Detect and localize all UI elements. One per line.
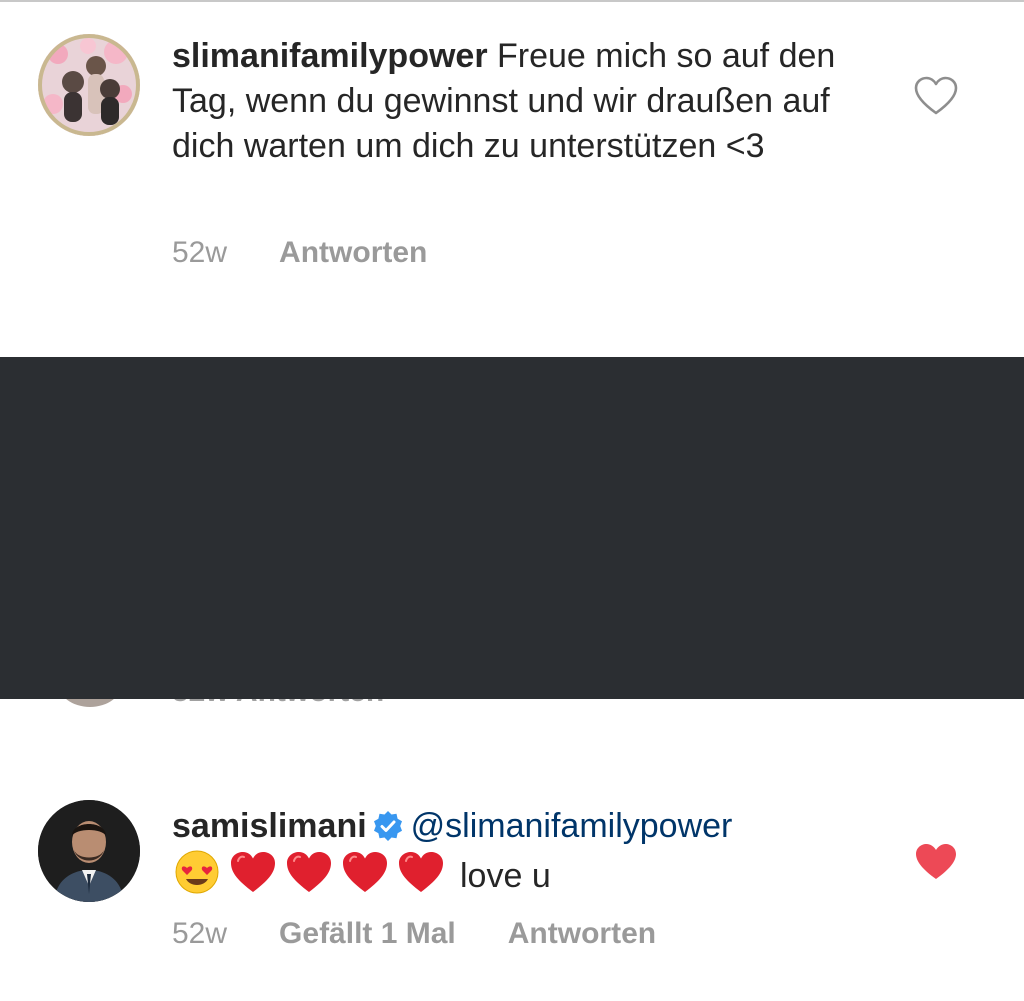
comment-timestamp: 52w <box>172 917 228 950</box>
comment-body: slimanifamilypower Freue mich so auf den… <box>172 34 862 169</box>
redaction-block <box>0 357 1024 699</box>
red-heart-emoji-icon <box>231 852 275 892</box>
comment-text: love u <box>460 857 551 895</box>
comment-username[interactable]: samislimani <box>172 807 367 845</box>
mention-link[interactable]: @slimanifamilypower <box>411 807 733 845</box>
heart-eyes-emoji-icon <box>175 850 219 894</box>
comment-item: samislimani @slimanifamilypower love u 52w… <box>0 780 1024 1001</box>
avatar[interactable] <box>38 34 140 136</box>
comment-username[interactable]: slimanifamilypower <box>172 37 488 75</box>
comment-body: samislimani @slimanifamilypower love u <box>172 804 862 899</box>
family-photo-avatar-icon <box>38 34 140 136</box>
like-button[interactable] <box>914 76 958 116</box>
comment-meta: 52w Gefällt 1 Mal Antworten <box>172 917 656 951</box>
verified-badge-icon <box>373 808 403 841</box>
hidden-comment-remnant: 52w Antworten <box>0 699 1024 713</box>
reply-button[interactable]: Antworten <box>279 236 427 270</box>
avatar <box>58 699 122 707</box>
comment-timestamp: 52w <box>172 236 228 269</box>
likes-count-link[interactable]: Gefällt 1 Mal <box>279 917 456 951</box>
comment-item: slimanifamilypower Freue mich so auf den… <box>0 0 1024 300</box>
comment-meta: 52w Antworten <box>172 236 427 270</box>
heart-outline-icon <box>914 76 958 115</box>
heart-filled-icon <box>916 844 956 879</box>
avatar[interactable] <box>38 800 140 902</box>
emoji-group <box>172 849 446 895</box>
hidden-comment-meta: 52w Antworten <box>172 699 384 709</box>
reply-button[interactable]: Antworten <box>508 917 656 951</box>
profile-photo-avatar-icon <box>38 800 140 902</box>
red-heart-emoji-icon <box>287 852 331 892</box>
red-heart-emoji-icon <box>343 852 387 892</box>
red-heart-emoji-icon <box>399 852 443 892</box>
like-button[interactable] <box>914 842 958 882</box>
